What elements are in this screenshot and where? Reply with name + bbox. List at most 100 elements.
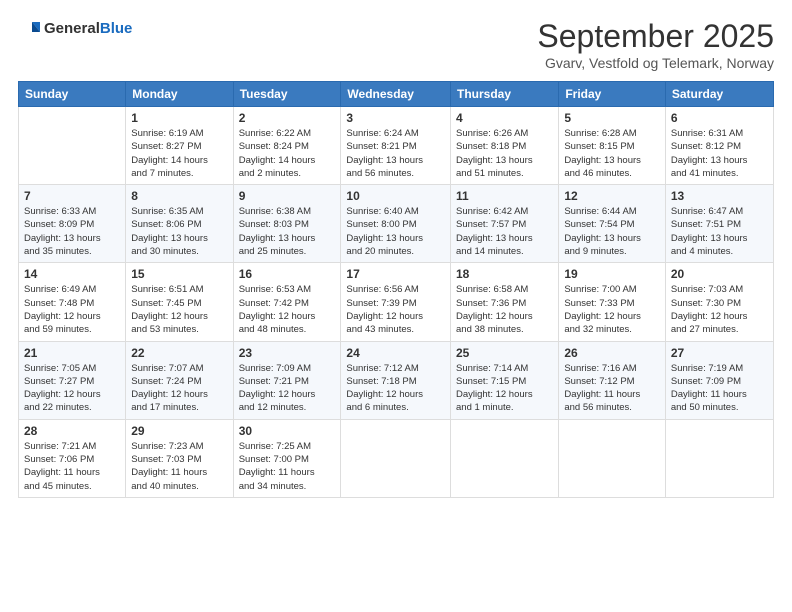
- table-row: 2 Sunrise: 6:22 AMSunset: 8:24 PMDaylight…: [233, 107, 341, 185]
- table-row: [19, 107, 126, 185]
- page: GeneralBlue September 2025 Gvarv, Vestfo…: [0, 0, 792, 612]
- day-info: Sunrise: 7:19 AMSunset: 7:09 PMDaylight:…: [671, 362, 768, 415]
- table-row: 12 Sunrise: 6:44 AMSunset: 7:54 PMDayligh…: [559, 185, 666, 263]
- day-number: 4: [456, 111, 553, 125]
- day-number: 19: [564, 267, 660, 281]
- day-number: 20: [671, 267, 768, 281]
- location: Gvarv, Vestfold og Telemark, Norway: [537, 55, 774, 71]
- day-info: Sunrise: 6:56 AMSunset: 7:39 PMDaylight:…: [346, 283, 445, 336]
- day-info: Sunrise: 6:58 AMSunset: 7:36 PMDaylight:…: [456, 283, 553, 336]
- table-row: 23 Sunrise: 7:09 AMSunset: 7:21 PMDayligh…: [233, 341, 341, 419]
- day-number: 29: [131, 424, 227, 438]
- table-row: [451, 419, 559, 497]
- col-tuesday: Tuesday: [233, 82, 341, 107]
- day-info: Sunrise: 7:09 AMSunset: 7:21 PMDaylight:…: [239, 362, 336, 415]
- day-info: Sunrise: 6:24 AMSunset: 8:21 PMDaylight:…: [346, 127, 445, 180]
- table-row: 8 Sunrise: 6:35 AMSunset: 8:06 PMDaylight…: [126, 185, 233, 263]
- day-number: 25: [456, 346, 553, 360]
- table-row: 1 Sunrise: 6:19 AMSunset: 8:27 PMDaylight…: [126, 107, 233, 185]
- logo-icon: [18, 18, 40, 40]
- day-info: Sunrise: 6:31 AMSunset: 8:12 PMDaylight:…: [671, 127, 768, 180]
- table-row: 22Sunrise: 7:07 AMSunset: 7:24 PMDayligh…: [126, 341, 233, 419]
- day-number: 3: [346, 111, 445, 125]
- table-row: 28Sunrise: 7:21 AMSunset: 7:06 PMDayligh…: [19, 419, 126, 497]
- day-info: Sunrise: 7:12 AMSunset: 7:18 PMDaylight:…: [346, 362, 445, 415]
- col-saturday: Saturday: [665, 82, 773, 107]
- table-row: 11 Sunrise: 6:42 AMSunset: 7:57 PMDayligh…: [451, 185, 559, 263]
- table-row: 24Sunrise: 7:12 AMSunset: 7:18 PMDayligh…: [341, 341, 451, 419]
- table-row: [341, 419, 451, 497]
- day-info: Sunrise: 6:35 AMSunset: 8:06 PMDaylight:…: [131, 205, 227, 258]
- table-row: 17Sunrise: 6:56 AMSunset: 7:39 PMDayligh…: [341, 263, 451, 341]
- table-row: 9 Sunrise: 6:38 AMSunset: 8:03 PMDaylight…: [233, 185, 341, 263]
- day-info: Sunrise: 6:51 AMSunset: 7:45 PMDaylight:…: [131, 283, 227, 336]
- table-row: 30 Sunrise: 7:25 AMSunset: 7:00 PMDayligh…: [233, 419, 341, 497]
- col-thursday: Thursday: [451, 82, 559, 107]
- logo-blue: Blue: [100, 20, 133, 37]
- table-row: 29 Sunrise: 7:23 AMSunset: 7:03 PMDayligh…: [126, 419, 233, 497]
- day-number: 18: [456, 267, 553, 281]
- table-row: 5 Sunrise: 6:28 AMSunset: 8:15 PMDaylight…: [559, 107, 666, 185]
- table-row: 13Sunrise: 6:47 AMSunset: 7:51 PMDayligh…: [665, 185, 773, 263]
- title-block: September 2025 Gvarv, Vestfold og Telema…: [537, 18, 774, 71]
- day-number: 14: [24, 267, 120, 281]
- day-number: 30: [239, 424, 336, 438]
- day-info: Sunrise: 7:14 AMSunset: 7:15 PMDaylight:…: [456, 362, 553, 415]
- logo: GeneralBlue: [18, 18, 132, 40]
- day-info: Sunrise: 7:16 AMSunset: 7:12 PMDaylight:…: [564, 362, 660, 415]
- day-info: Sunrise: 7:05 AMSunset: 7:27 PMDaylight:…: [24, 362, 120, 415]
- day-info: Sunrise: 6:40 AMSunset: 8:00 PMDaylight:…: [346, 205, 445, 258]
- day-number: 11: [456, 189, 553, 203]
- col-monday: Monday: [126, 82, 233, 107]
- day-number: 1: [131, 111, 227, 125]
- day-number: 13: [671, 189, 768, 203]
- table-row: [665, 419, 773, 497]
- day-number: 9: [239, 189, 336, 203]
- day-number: 21: [24, 346, 120, 360]
- day-number: 12: [564, 189, 660, 203]
- col-friday: Friday: [559, 82, 666, 107]
- table-row: 19 Sunrise: 7:00 AMSunset: 7:33 PMDayligh…: [559, 263, 666, 341]
- table-row: 15 Sunrise: 6:51 AMSunset: 7:45 PMDayligh…: [126, 263, 233, 341]
- day-number: 16: [239, 267, 336, 281]
- day-number: 6: [671, 111, 768, 125]
- day-info: Sunrise: 7:03 AMSunset: 7:30 PMDaylight:…: [671, 283, 768, 336]
- logo-general: General: [44, 20, 100, 37]
- day-info: Sunrise: 6:28 AMSunset: 8:15 PMDaylight:…: [564, 127, 660, 180]
- day-info: Sunrise: 6:22 AMSunset: 8:24 PMDaylight:…: [239, 127, 336, 180]
- day-info: Sunrise: 7:00 AMSunset: 7:33 PMDaylight:…: [564, 283, 660, 336]
- table-row: 20 Sunrise: 7:03 AMSunset: 7:30 PMDayligh…: [665, 263, 773, 341]
- table-row: 18 Sunrise: 6:58 AMSunset: 7:36 PMDayligh…: [451, 263, 559, 341]
- calendar-week-row: 7Sunrise: 6:33 AMSunset: 8:09 PMDaylight…: [19, 185, 774, 263]
- day-info: Sunrise: 6:49 AMSunset: 7:48 PMDaylight:…: [24, 283, 120, 336]
- day-number: 27: [671, 346, 768, 360]
- table-row: 3 Sunrise: 6:24 AMSunset: 8:21 PMDaylight…: [341, 107, 451, 185]
- day-number: 28: [24, 424, 120, 438]
- calendar-table: Sunday Monday Tuesday Wednesday Thursday…: [18, 81, 774, 498]
- day-number: 26: [564, 346, 660, 360]
- day-info: Sunrise: 6:26 AMSunset: 8:18 PMDaylight:…: [456, 127, 553, 180]
- day-number: 15: [131, 267, 227, 281]
- day-info: Sunrise: 7:23 AMSunset: 7:03 PMDaylight:…: [131, 440, 227, 493]
- table-row: [559, 419, 666, 497]
- day-number: 23: [239, 346, 336, 360]
- day-number: 10: [346, 189, 445, 203]
- day-info: Sunrise: 6:19 AMSunset: 8:27 PMDaylight:…: [131, 127, 227, 180]
- table-row: 25 Sunrise: 7:14 AMSunset: 7:15 PMDayligh…: [451, 341, 559, 419]
- day-number: 2: [239, 111, 336, 125]
- table-row: 21 Sunrise: 7:05 AMSunset: 7:27 PMDayligh…: [19, 341, 126, 419]
- table-row: 4 Sunrise: 6:26 AMSunset: 8:18 PMDaylight…: [451, 107, 559, 185]
- day-number: 8: [131, 189, 227, 203]
- day-info: Sunrise: 6:44 AMSunset: 7:54 PMDaylight:…: [564, 205, 660, 258]
- table-row: 27 Sunrise: 7:19 AMSunset: 7:09 PMDayligh…: [665, 341, 773, 419]
- day-number: 5: [564, 111, 660, 125]
- day-info: Sunrise: 6:42 AMSunset: 7:57 PMDaylight:…: [456, 205, 553, 258]
- table-row: 7Sunrise: 6:33 AMSunset: 8:09 PMDaylight…: [19, 185, 126, 263]
- table-row: 10 Sunrise: 6:40 AMSunset: 8:00 PMDayligh…: [341, 185, 451, 263]
- day-info: Sunrise: 6:38 AMSunset: 8:03 PMDaylight:…: [239, 205, 336, 258]
- col-wednesday: Wednesday: [341, 82, 451, 107]
- table-row: 6 Sunrise: 6:31 AMSunset: 8:12 PMDaylight…: [665, 107, 773, 185]
- table-row: 26 Sunrise: 7:16 AMSunset: 7:12 PMDayligh…: [559, 341, 666, 419]
- day-info: Sunrise: 6:33 AMSunset: 8:09 PMDaylight:…: [24, 205, 120, 258]
- day-info: Sunrise: 7:25 AMSunset: 7:00 PMDaylight:…: [239, 440, 336, 493]
